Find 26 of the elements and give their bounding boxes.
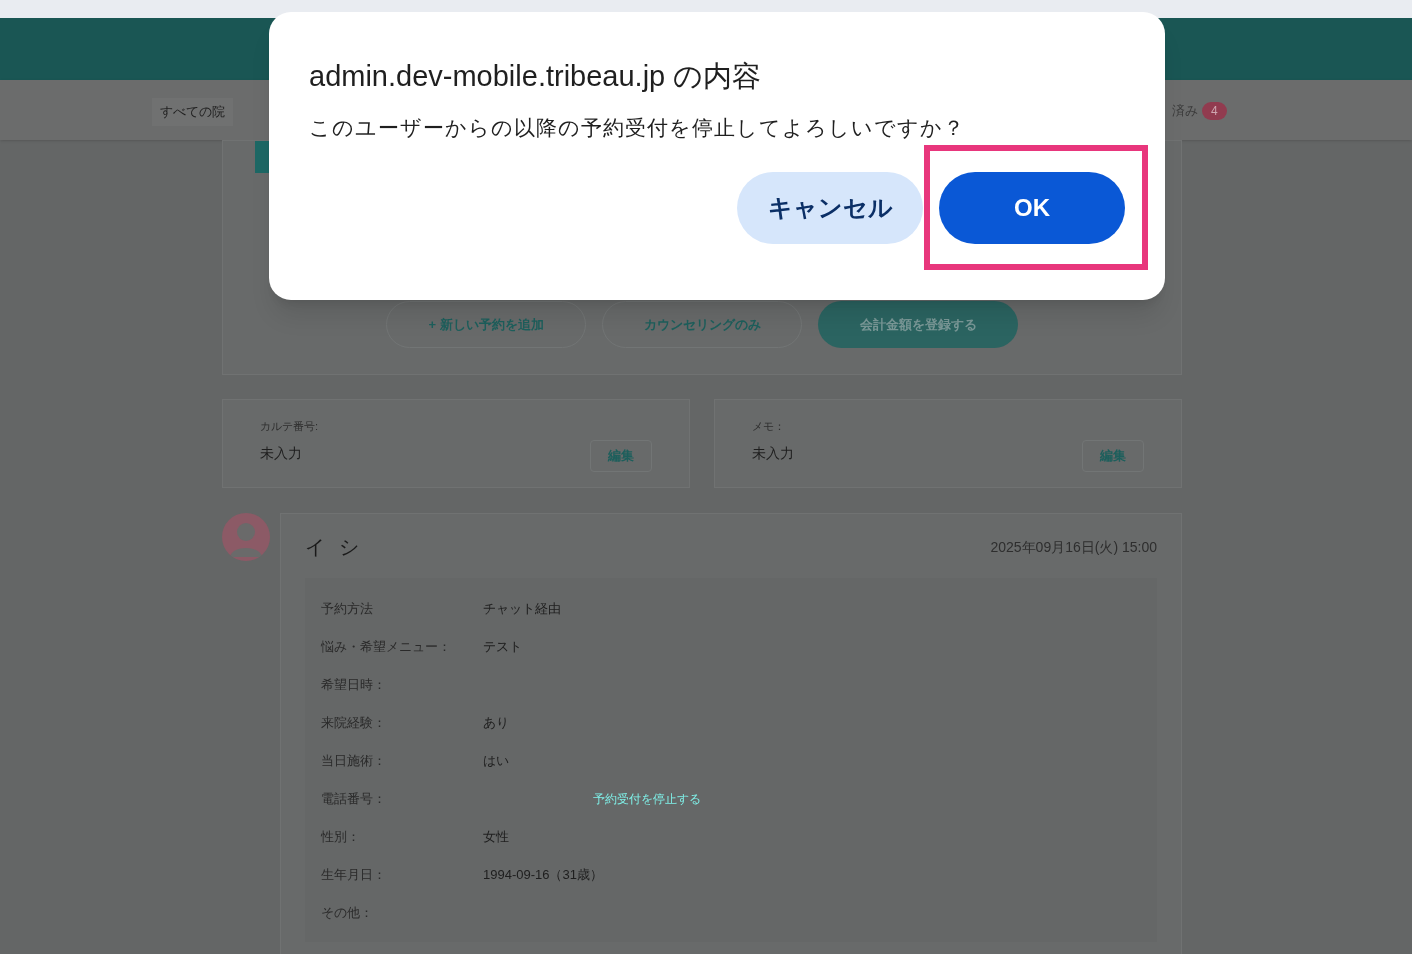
detail-label: 希望日時： <box>321 676 387 695</box>
stop-reservation-link[interactable]: 予約受付を停止する <box>593 790 701 808</box>
clinic-filter[interactable]: すべての院 <box>152 98 233 126</box>
detail-value: 女性 <box>483 828 509 847</box>
detail-label: 予約方法 <box>321 600 374 619</box>
detail-label: 当日施術： <box>321 752 387 771</box>
dialog-title: admin.dev-mobile.tribeau.jp の内容 <box>309 59 763 94</box>
avatar-icon <box>222 513 270 561</box>
dialog-message: このユーザーからの以降の予約受付を停止してよろしいですか？ <box>309 115 966 142</box>
action-button[interactable]: 会計金額を登録する <box>818 301 1018 348</box>
detail-label: 生年月日： <box>321 866 387 885</box>
detail-value: テスト <box>483 638 522 657</box>
dialog-button[interactable]: キャンセル <box>737 171 923 244</box>
dialog-button[interactable]: OK <box>939 171 1125 244</box>
detail-label: 来院経験： <box>321 714 387 733</box>
field-value: 未入力 <box>752 443 794 463</box>
detail-value: チャット経由 <box>483 600 561 619</box>
detail-value: はい <box>483 752 509 771</box>
edit-button[interactable]: 編集 <box>590 440 652 472</box>
count-badge: 4 <box>1202 101 1227 120</box>
patient-name: イ シ <box>305 535 363 560</box>
detail-value: 1994-09-16（31歳） <box>483 866 603 885</box>
detail-label: 性別： <box>321 828 361 847</box>
detail-value: あり <box>483 714 509 733</box>
edit-button[interactable]: 編集 <box>1082 440 1144 472</box>
field-value: 未入力 <box>260 443 302 463</box>
